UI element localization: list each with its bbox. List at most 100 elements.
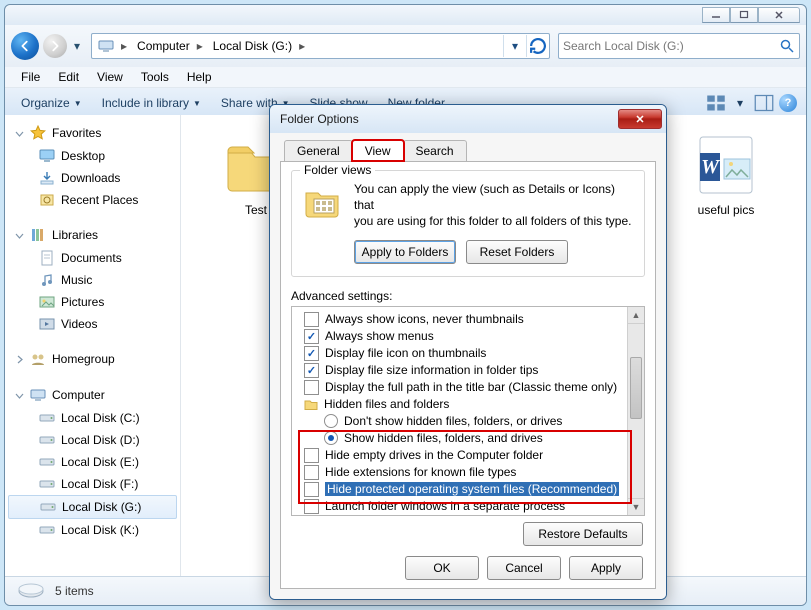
include-library-button[interactable]: Include in library▼ <box>94 92 209 114</box>
checkbox-icon[interactable] <box>304 482 319 497</box>
computer-icon <box>30 387 46 403</box>
downloads-icon <box>39 170 55 186</box>
address-history-dropdown[interactable]: ▾ <box>503 35 526 57</box>
recent-pages-dropdown[interactable]: ▾ <box>71 32 83 60</box>
minimize-button[interactable] <box>702 7 730 23</box>
crumb-drive[interactable]: Local Disk (G:) <box>207 34 295 58</box>
scrollbar[interactable]: ▲ ▼ <box>627 307 644 515</box>
search-box[interactable]: Search Local Disk (G:) <box>558 33 800 59</box>
adv-row[interactable]: Launch folder windows in a separate proc… <box>294 498 626 515</box>
crumb-computer[interactable]: Computer <box>131 34 193 58</box>
checkbox-icon[interactable] <box>304 363 319 378</box>
close-button[interactable] <box>758 7 800 23</box>
address-bar[interactable]: ▸ Computer ▸ Local Disk (G:) ▸ ▾ <box>91 33 550 59</box>
checkbox-icon[interactable] <box>304 346 319 361</box>
adv-row[interactable]: Hide empty drives in the Computer folder <box>294 447 626 464</box>
adv-row[interactable]: Always show menus <box>294 328 626 345</box>
checkbox-icon[interactable] <box>304 465 319 480</box>
menu-file[interactable]: File <box>13 68 48 86</box>
dialog-close-button[interactable]: ✕ <box>618 109 662 129</box>
favorites-label: Favorites <box>52 126 101 140</box>
checkbox-icon[interactable] <box>304 312 319 327</box>
menu-edit[interactable]: Edit <box>50 68 87 86</box>
cancel-button[interactable]: Cancel <box>487 556 561 580</box>
checkbox-icon[interactable] <box>304 448 319 463</box>
favorites-header[interactable]: Favorites <box>5 121 180 145</box>
sidebar-label: Documents <box>61 251 122 265</box>
reset-folders-button[interactable]: Reset Folders <box>466 240 568 264</box>
organize-button[interactable]: Organize▼ <box>13 92 90 114</box>
ok-button[interactable]: OK <box>405 556 479 580</box>
adv-row[interactable]: Show hidden files, folders, and drives <box>294 430 626 447</box>
tab-view[interactable]: View <box>352 140 404 161</box>
sidebar-item-recent[interactable]: Recent Places <box>5 189 180 211</box>
preview-pane-button[interactable] <box>754 93 774 113</box>
adv-row[interactable]: Display file icon on thumbnails <box>294 345 626 362</box>
sidebar-item-drive-c[interactable]: Local Disk (C:) <box>5 407 180 429</box>
back-button[interactable] <box>11 32 39 60</box>
nav-row: ▾ ▸ Computer ▸ Local Disk (G:) ▸ ▾ Searc… <box>5 25 806 67</box>
sidebar-item-drive-e[interactable]: Local Disk (E:) <box>5 451 180 473</box>
file-item-useful-pics[interactable]: W useful pics <box>681 133 771 217</box>
sidebar-item-pictures[interactable]: Pictures <box>5 291 180 313</box>
adv-label: Hide empty drives in the Computer folder <box>325 448 543 462</box>
restore-defaults-button[interactable]: Restore Defaults <box>523 522 643 546</box>
scroll-thumb[interactable] <box>630 357 642 419</box>
maximize-button[interactable] <box>730 7 758 23</box>
sidebar-label: Pictures <box>61 295 104 309</box>
help-button[interactable]: ? <box>778 93 798 113</box>
view-mode-button[interactable] <box>706 93 726 113</box>
checkbox-icon[interactable] <box>304 499 319 514</box>
menu-tools[interactable]: Tools <box>133 68 177 86</box>
menu-view[interactable]: View <box>89 68 131 86</box>
adv-row[interactable]: Hide extensions for known file types <box>294 464 626 481</box>
computer-label: Computer <box>52 388 105 402</box>
drive-icon <box>17 581 45 601</box>
sidebar-label: Desktop <box>61 149 105 163</box>
adv-row[interactable]: Display the full path in the title bar (… <box>294 379 626 396</box>
view-dropdown[interactable]: ▾ <box>730 93 750 113</box>
dialog-title-bar[interactable]: Folder Options ✕ <box>270 105 666 133</box>
computer-icon <box>98 38 114 54</box>
adv-row[interactable]: Don't show hidden files, folders, or dri… <box>294 413 626 430</box>
computer-header[interactable]: Computer <box>5 383 180 407</box>
collapse-icon <box>15 391 24 400</box>
crumb-sep-1[interactable]: ▸ <box>193 39 207 53</box>
advanced-settings-label: Advanced settings: <box>291 289 645 303</box>
sidebar-item-videos[interactable]: Videos <box>5 313 180 335</box>
checkbox-icon[interactable] <box>304 380 319 395</box>
libraries-header[interactable]: Libraries <box>5 223 180 247</box>
crumb-computer-icon[interactable] <box>92 34 117 58</box>
radio-icon[interactable] <box>324 414 338 428</box>
scroll-up-icon[interactable]: ▲ <box>628 307 644 324</box>
folder-views-group: Folder views You can apply the view (suc… <box>291 170 645 277</box>
videos-icon <box>39 316 55 332</box>
tab-search[interactable]: Search <box>403 140 467 161</box>
forward-button[interactable] <box>43 34 67 58</box>
apply-button[interactable]: Apply <box>569 556 643 580</box>
tab-general[interactable]: General <box>284 140 353 161</box>
crumb-sep-0[interactable]: ▸ <box>117 39 131 53</box>
sidebar-item-drive-g[interactable]: Local Disk (G:) <box>8 495 177 519</box>
refresh-button[interactable] <box>526 35 549 57</box>
libraries-icon <box>30 227 46 243</box>
sidebar-item-drive-f[interactable]: Local Disk (F:) <box>5 473 180 495</box>
scroll-down-icon[interactable]: ▼ <box>628 498 644 515</box>
sidebar-item-downloads[interactable]: Downloads <box>5 167 180 189</box>
sidebar-item-drive-d[interactable]: Local Disk (D:) <box>5 429 180 451</box>
radio-icon[interactable] <box>324 431 338 445</box>
adv-row[interactable]: Display file size information in folder … <box>294 362 626 379</box>
crumb-sep-2[interactable]: ▸ <box>295 39 309 53</box>
adv-row[interactable]: Hide protected operating system files (R… <box>294 481 626 498</box>
homegroup-header[interactable]: Homegroup <box>5 347 180 371</box>
sidebar-item-desktop[interactable]: Desktop <box>5 145 180 167</box>
checkbox-icon[interactable] <box>304 329 319 344</box>
advanced-settings-list: Always show icons, never thumbnails Alwa… <box>291 306 645 516</box>
menu-help[interactable]: Help <box>179 68 220 86</box>
sidebar-item-drive-k[interactable]: Local Disk (K:) <box>5 519 180 541</box>
adv-row[interactable]: Always show icons, never thumbnails <box>294 311 626 328</box>
adv-label: Show hidden files, folders, and drives <box>344 431 543 445</box>
sidebar-item-music[interactable]: Music <box>5 269 180 291</box>
sidebar-item-documents[interactable]: Documents <box>5 247 180 269</box>
apply-to-folders-button[interactable]: Apply to Folders <box>354 240 456 264</box>
